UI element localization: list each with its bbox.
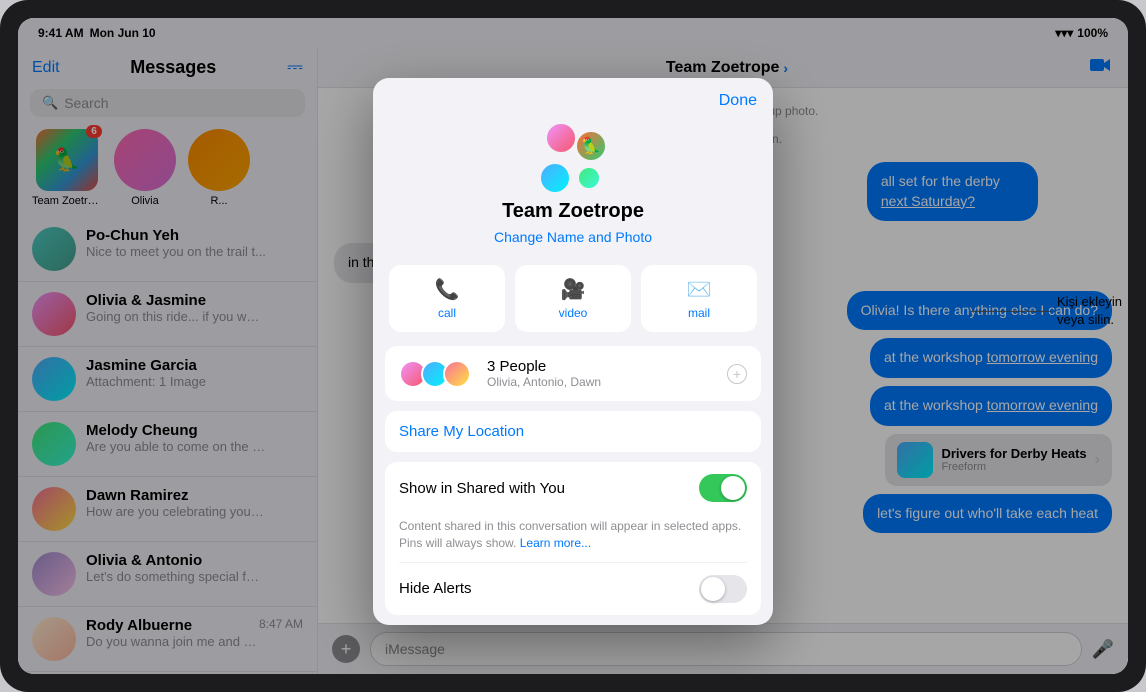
phone-icon: 📞 <box>435 277 460 302</box>
member-avatar-1 <box>545 122 577 154</box>
group-avatar-cluster: 🦜 <box>537 122 609 194</box>
shared-with-you-toggle[interactable] <box>699 474 747 502</box>
annotation-line <box>971 310 1051 311</box>
annotation-text: Kişi ekleyin veya silin. <box>1051 291 1128 331</box>
video-icon: 🎥 <box>561 277 586 302</box>
hide-alerts-row: Hide Alerts <box>385 563 761 615</box>
modal-group-info: 🦜 Team Zoetrope Change Name and Photo <box>373 118 773 261</box>
hide-alerts-toggle[interactable] <box>699 575 747 603</box>
location-section: Share My Location <box>385 411 761 452</box>
modal-actions: 📞 call 🎥 video ✉️ mail <box>373 261 773 346</box>
learn-more-link[interactable]: Learn more... <box>520 536 591 550</box>
call-label: call <box>438 306 456 320</box>
toggle-knob <box>701 577 725 601</box>
modal-header: Done <box>373 78 773 118</box>
people-section: 3 People Olivia, Antonio, Dawn + <box>385 346 761 401</box>
mail-icon: ✉️ <box>687 277 712 302</box>
people-avatars <box>399 360 471 388</box>
shared-with-you-section: Show in Shared with You Content shared i… <box>385 462 761 615</box>
share-location-button[interactable]: Share My Location <box>385 411 761 452</box>
hide-alerts-label: Hide Alerts <box>399 580 687 597</box>
member-avatar-2: 🦜 <box>575 130 607 162</box>
shared-with-you-row: Show in Shared with You <box>385 462 761 514</box>
annotation: Kişi ekleyin veya silin. <box>971 291 1128 331</box>
change-name-photo-button[interactable]: Change Name and Photo <box>494 229 652 245</box>
mail-label: mail <box>688 306 710 320</box>
ipad-frame: 9:41 AM Mon Jun 10 ▾▾▾ 100% Edit Message… <box>0 0 1146 692</box>
group-info-modal: Done 🦜 Team Zoetrope Change Name and Pho… <box>373 78 773 625</box>
ipad-screen: 9:41 AM Mon Jun 10 ▾▾▾ 100% Edit Message… <box>18 18 1128 674</box>
done-button[interactable]: Done <box>719 92 757 109</box>
member-avatar-4 <box>577 166 601 190</box>
video-button[interactable]: 🎥 video <box>515 265 631 332</box>
people-names: Olivia, Antonio, Dawn <box>487 375 715 389</box>
add-person-button[interactable]: + <box>727 364 747 384</box>
call-button[interactable]: 📞 call <box>389 265 505 332</box>
shared-with-you-label: Show in Shared with You <box>399 480 687 497</box>
member-avatar-3 <box>539 162 571 194</box>
group-name: Team Zoetrope <box>502 200 644 223</box>
shared-with-you-description: Content shared in this conversation will… <box>385 514 761 562</box>
toggle-knob <box>721 476 745 500</box>
modal-overlay: Done 🦜 Team Zoetrope Change Name and Pho… <box>18 18 1128 674</box>
mail-button[interactable]: ✉️ mail <box>641 265 757 332</box>
people-info: 3 People Olivia, Antonio, Dawn <box>487 358 715 389</box>
people-count: 3 People <box>487 358 715 375</box>
video-label: video <box>559 306 588 320</box>
person-avatar-3 <box>443 360 471 388</box>
people-row[interactable]: 3 People Olivia, Antonio, Dawn + <box>385 346 761 401</box>
